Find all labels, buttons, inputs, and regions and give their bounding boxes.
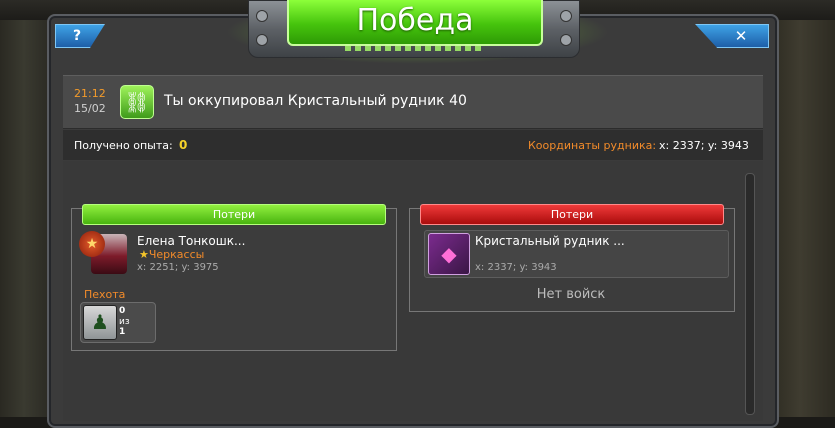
troops-lost: 0: [119, 306, 126, 316]
attacker-city[interactable]: ★Черкассы: [139, 248, 204, 261]
title-decoration: [345, 46, 481, 51]
attacker-name[interactable]: Елена Тонкошк...: [137, 234, 245, 248]
mine-coords-label: Координаты рудника:: [528, 139, 657, 152]
info-row: Получено опыта: 0 Координаты рудника: x:…: [63, 130, 763, 160]
event-text: Ты оккупировал Кристальный рудник 40: [164, 93, 467, 109]
troops-total: 1: [119, 327, 126, 337]
event-row: 21:12 15/02 ⛓ Ты оккупировал Кристальный…: [63, 75, 763, 129]
troops-of-label: из: [119, 317, 130, 327]
attacker-coords[interactable]: x: 2251; y: 3975: [137, 262, 219, 273]
star-icon: ★: [139, 248, 149, 261]
crystal-mine-icon: ◆: [428, 233, 470, 275]
defender-losses-header: Потери: [420, 204, 724, 225]
infantry-label: Пехота: [84, 288, 126, 301]
scrollbar[interactable]: [745, 173, 755, 415]
event-date: 15/02: [74, 102, 106, 115]
defender-coords[interactable]: x: 2337; y: 3943: [475, 262, 557, 273]
exp-value: 0: [179, 138, 188, 152]
bolt-icon: [560, 10, 572, 22]
window-title: Победа: [287, 0, 543, 46]
soldier-icon: ♟: [83, 305, 117, 340]
chain-link-icon: ⛓: [120, 85, 154, 119]
defender-name[interactable]: Кристальный рудник ...: [475, 234, 625, 248]
event-time: 21:12: [74, 87, 106, 100]
bolt-icon: [256, 10, 268, 22]
rank-star-icon: ★: [79, 231, 105, 257]
exp-label: Получено опыта:: [74, 139, 173, 152]
mine-coords-value: x: 2337; y: 3943: [659, 139, 749, 152]
avatar[interactable]: ★: [79, 231, 129, 274]
no-troops-text: Нет войск: [536, 287, 606, 302]
attacker-losses-header: Потери: [82, 204, 386, 225]
bolt-icon: [256, 34, 268, 46]
attacker-city-label: Черкассы: [148, 248, 205, 261]
bolt-icon: [560, 34, 572, 46]
